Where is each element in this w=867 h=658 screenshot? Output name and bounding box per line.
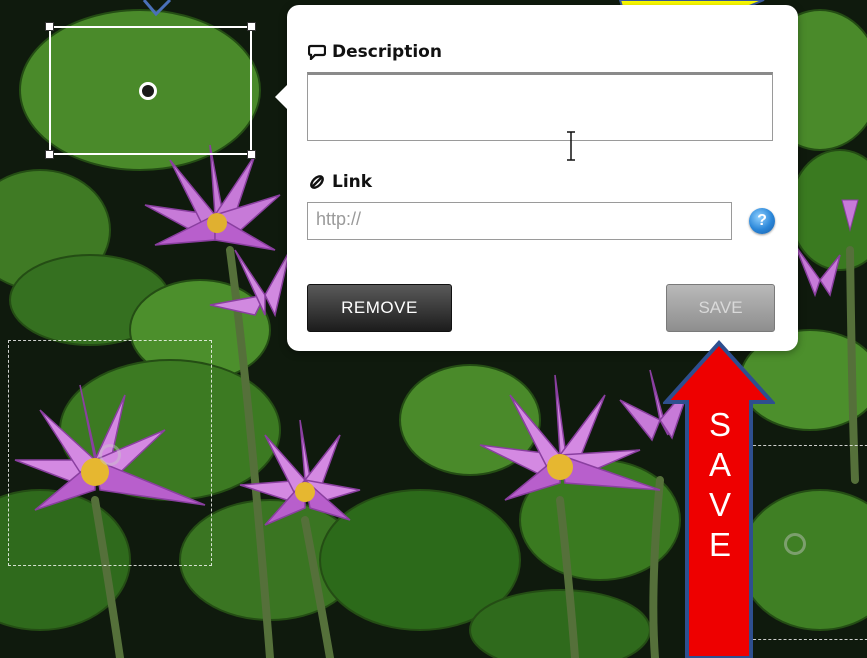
text-cursor-icon: [567, 131, 575, 161]
save-annotation-text: S A V E: [695, 405, 745, 565]
help-question-icon[interactable]: ?: [749, 208, 775, 234]
resize-handle-top-left[interactable]: [45, 22, 54, 31]
link-url-field[interactable]: http://: [307, 202, 732, 240]
description-label-text: Description: [332, 42, 442, 62]
description-label: Description: [308, 42, 442, 62]
link-label: Link: [308, 172, 372, 192]
tag-marker-icon[interactable]: [99, 444, 121, 466]
save-letter: E: [708, 526, 731, 563]
chain-link-icon: [310, 175, 324, 189]
save-letter: V: [708, 486, 731, 523]
save-letter: A: [708, 446, 731, 483]
link-label-text: Link: [332, 172, 373, 192]
description-field[interactable]: [307, 72, 773, 141]
save-button[interactable]: SAVE: [666, 284, 775, 332]
remove-button[interactable]: REMOVE: [307, 284, 452, 332]
resize-handle-bottom-right[interactable]: [247, 150, 256, 159]
tag-edit-popup: Description Link http:// ? REMOVE SAVE: [275, 5, 798, 351]
resize-handle-top-right[interactable]: [247, 22, 256, 31]
tag-box-left[interactable]: [8, 340, 212, 566]
selected-tag-box[interactable]: [45, 22, 256, 159]
callout-arrow-top-left: [142, 0, 172, 17]
link-placeholder: http://: [316, 209, 362, 229]
tag-marker-icon[interactable]: [784, 533, 806, 555]
tag-marker-icon[interactable]: [139, 82, 157, 100]
save-letter: S: [708, 406, 731, 443]
resize-handle-bottom-left[interactable]: [45, 150, 54, 159]
speech-bubble-icon: [308, 44, 326, 60]
